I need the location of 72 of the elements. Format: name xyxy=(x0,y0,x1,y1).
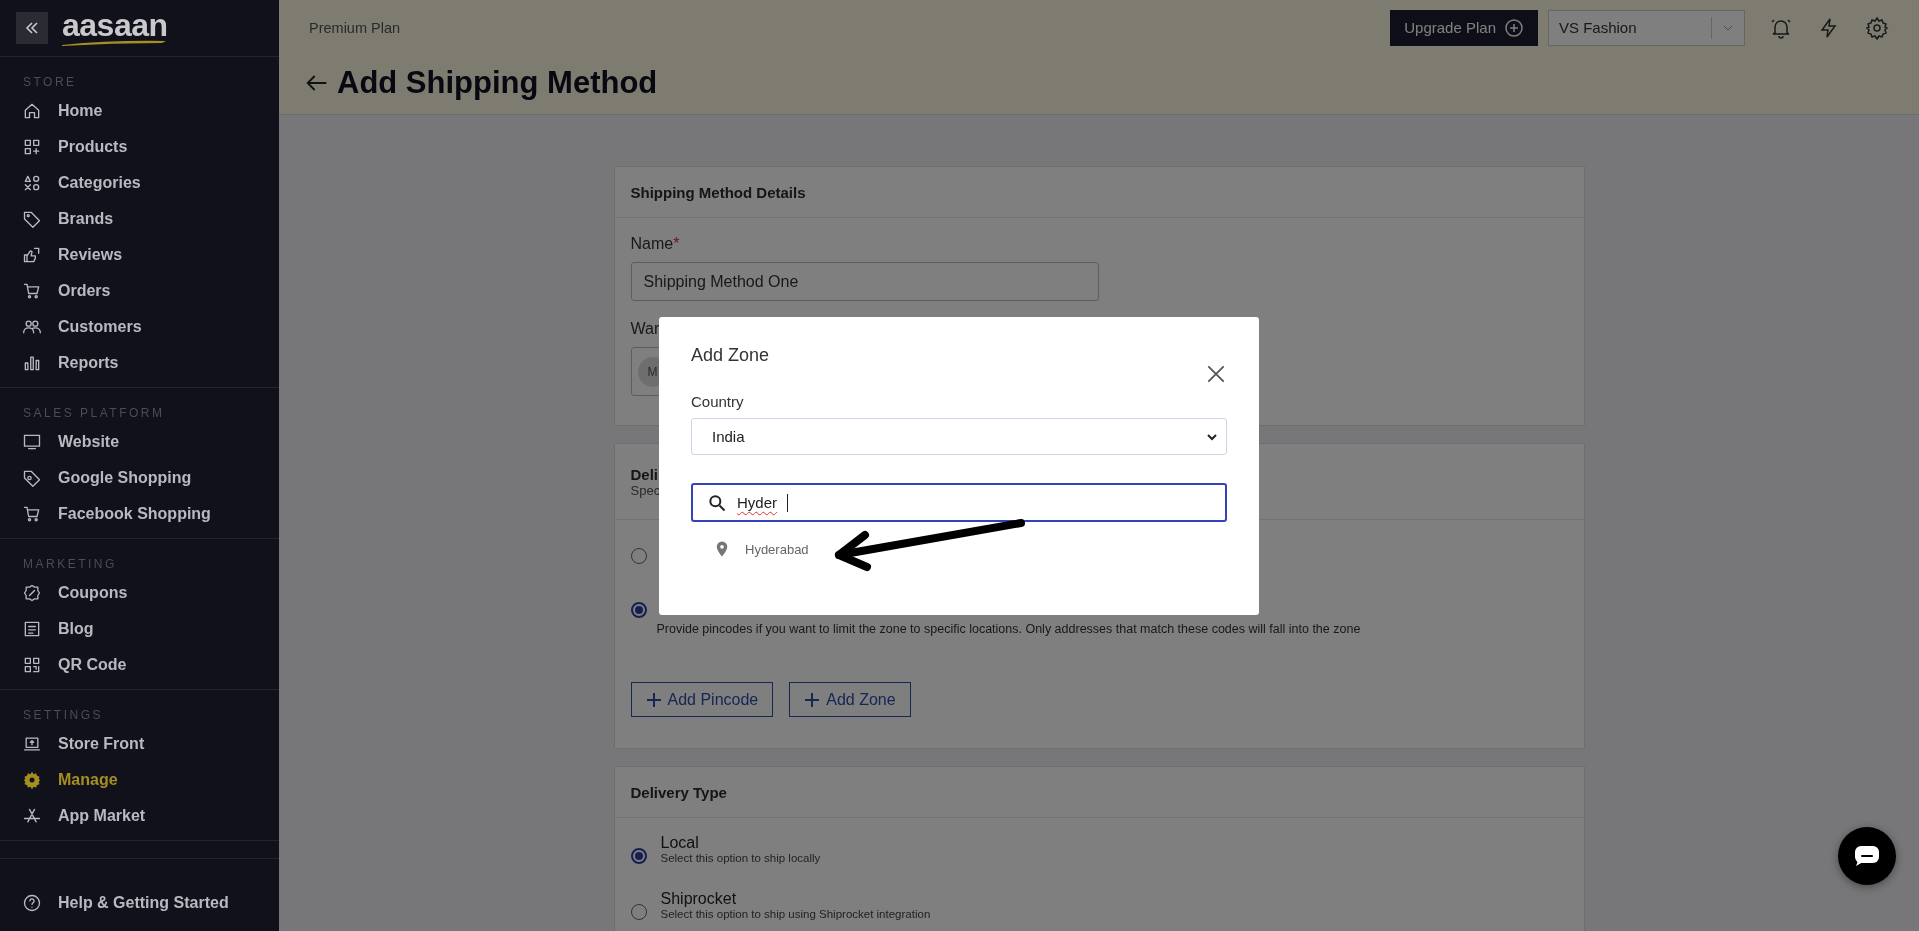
sidebar-item[interactable]: Home xyxy=(0,93,279,129)
collapse-button[interactable] xyxy=(16,12,48,44)
cart-icon xyxy=(22,504,42,524)
plus-icon xyxy=(804,691,821,708)
card-title: Shipping Method Details xyxy=(630,183,807,201)
grid-plus-icon xyxy=(22,137,42,157)
qr-code-icon xyxy=(22,655,42,675)
thumbs-icon xyxy=(22,245,42,265)
card-title: Deli xyxy=(630,465,659,483)
sidebar-item[interactable]: Reviews xyxy=(0,237,279,273)
sidebar-item[interactable]: Coupons xyxy=(0,575,279,611)
sidebar-item[interactable]: Brands xyxy=(0,201,279,237)
option-label: Local xyxy=(660,834,700,852)
gear-icon xyxy=(22,770,42,790)
name-field[interactable]: Shipping Method One xyxy=(630,262,1099,301)
shapes-icon xyxy=(22,173,42,193)
sidebar-item[interactable]: Manage xyxy=(0,762,279,798)
add-button[interactable]: Add Zone xyxy=(789,682,911,717)
add-button[interactable]: Add Pincode xyxy=(630,682,774,717)
suggestion-item[interactable]: Hyderabad xyxy=(705,534,817,564)
help-icon xyxy=(22,893,42,913)
sidebar-item[interactable]: Orders xyxy=(0,273,279,309)
plan-label: Premium Plan xyxy=(309,19,402,36)
option-description: Select this option to ship locally xyxy=(660,852,821,864)
search-field[interactable]: Hyder xyxy=(691,483,1227,522)
radio-button[interactable] xyxy=(630,602,647,618)
country-select[interactable]: India xyxy=(691,418,1227,455)
sidebar-item[interactable]: Help & Getting Started xyxy=(0,885,279,921)
section-heading: SETTINGS xyxy=(22,707,104,724)
plus-circle-icon xyxy=(1504,17,1524,38)
sidebar-item[interactable]: Website xyxy=(0,424,279,460)
upgrade-button[interactable]: Upgrade Plan xyxy=(1390,9,1538,46)
sidebar-item[interactable]: Categories xyxy=(0,165,279,201)
name-label: Name* xyxy=(630,234,681,254)
plus-icon xyxy=(645,691,662,708)
sidebar-item[interactable]: Customers xyxy=(0,309,279,345)
store-select[interactable]: VS Fashion xyxy=(1548,9,1745,46)
settings-icon[interactable] xyxy=(1865,15,1889,40)
option-label: Shiprocket xyxy=(660,890,738,908)
sidebar-item[interactable]: App Market xyxy=(0,798,279,834)
option-description: Provide pincodes if you want to limit the zone to specific locations. Only addresses that match these codes will fall into the zone xyxy=(656,622,1361,636)
close-icon[interactable] xyxy=(1205,363,1227,385)
sidebar-item[interactable]: Store Front xyxy=(0,726,279,762)
tag-icon xyxy=(22,209,42,229)
tag-icon xyxy=(22,468,42,488)
dialog-title: Add Zone xyxy=(691,345,770,367)
sidebar-item[interactable]: Blog xyxy=(0,611,279,647)
section-heading: STORE xyxy=(22,74,78,91)
section-heading: SALES PLATFORM xyxy=(22,405,166,422)
sidebar-item[interactable]: Facebook Shopping xyxy=(0,496,279,532)
logo: aasaan xyxy=(62,10,168,46)
document-icon xyxy=(22,619,42,639)
sidebar-item[interactable]: QR Code xyxy=(0,647,279,683)
chat-icon xyxy=(1854,845,1880,867)
option-description: Select this option to ship using Shiprocket integration xyxy=(660,908,931,920)
cart-icon xyxy=(22,281,42,301)
monitor-icon xyxy=(22,432,42,452)
search-icon xyxy=(707,492,727,513)
card-subtitle: Spec xyxy=(630,482,662,498)
radio-button[interactable] xyxy=(630,848,647,864)
page-title: Add Shipping Method xyxy=(337,65,658,101)
sidebar-item[interactable]: Products xyxy=(0,129,279,165)
country-label: Country xyxy=(691,393,745,410)
chat-button[interactable] xyxy=(1838,827,1896,885)
sidebar-item[interactable]: Google Shopping xyxy=(0,460,279,496)
sidebar-item[interactable]: Reports xyxy=(0,345,279,381)
card-title: Delivery Type xyxy=(630,783,728,801)
home-icon xyxy=(22,101,42,121)
chevrons-left-icon xyxy=(24,20,40,36)
field-label: War xyxy=(630,319,661,339)
section-heading: MARKETING xyxy=(22,556,118,573)
coupon-icon xyxy=(22,583,42,603)
